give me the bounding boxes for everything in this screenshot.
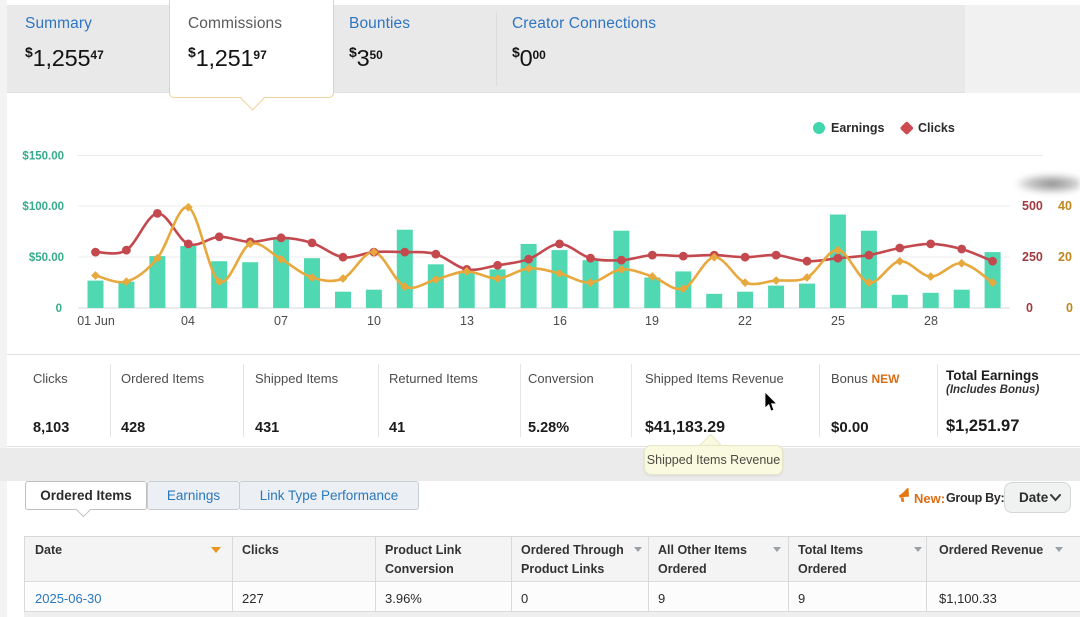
svg-text:$100.00: $100.00 — [22, 201, 64, 213]
svg-text:40: 40 — [1058, 199, 1072, 213]
svg-text:28: 28 — [924, 314, 938, 328]
svg-text:0: 0 — [1026, 301, 1033, 315]
svg-text:19: 19 — [645, 314, 659, 328]
svg-text:20: 20 — [1058, 250, 1072, 264]
svg-text:$50.00: $50.00 — [29, 252, 64, 264]
svg-text:10: 10 — [367, 314, 381, 328]
svg-text:07: 07 — [274, 314, 288, 328]
svg-text:04: 04 — [181, 314, 195, 328]
svg-text:0: 0 — [56, 303, 62, 315]
svg-text:22: 22 — [738, 314, 752, 328]
svg-text:25: 25 — [831, 314, 845, 328]
svg-text:01 Jun: 01 Jun — [77, 314, 115, 328]
svg-text:16: 16 — [553, 314, 567, 328]
svg-text:250: 250 — [1022, 250, 1043, 264]
svg-text:13: 13 — [460, 314, 474, 328]
svg-text:$150.00: $150.00 — [22, 151, 64, 163]
svg-text:500: 500 — [1022, 199, 1043, 213]
svg-text:0: 0 — [1066, 301, 1073, 315]
